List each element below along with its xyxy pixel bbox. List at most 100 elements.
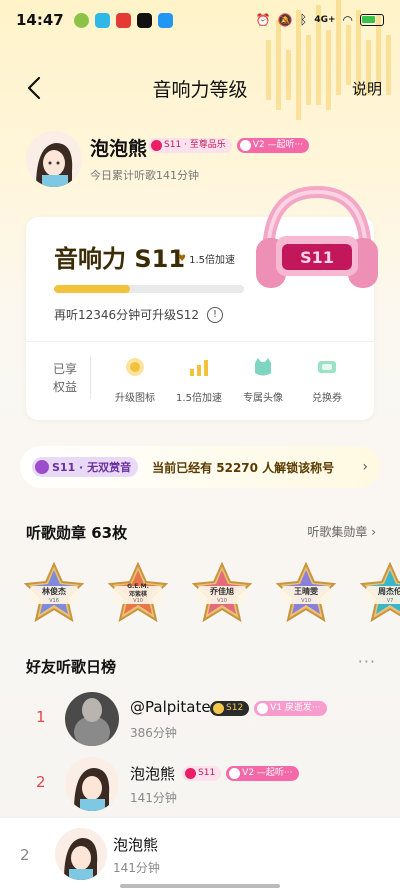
info-icon[interactable]: ! bbox=[207, 306, 224, 323]
perk-upgrade-icon[interactable]: 升级图标 bbox=[102, 355, 168, 404]
medal-item[interactable]: 乔佳旭 V10 bbox=[190, 562, 254, 624]
medal-name: 林俊杰 bbox=[42, 587, 66, 596]
headphone-level-text: S11 bbox=[300, 248, 334, 267]
level-badge[interactable]: S12 bbox=[210, 701, 250, 716]
medal-level: V10 bbox=[301, 598, 311, 604]
vip-badge-label: V2 —起听··· bbox=[242, 768, 293, 778]
title-badge-label: S11 · 无双赏音 bbox=[52, 461, 132, 474]
app-notification-icon bbox=[73, 12, 89, 28]
upgrade-tip: 再听12346分钟可升级S12! bbox=[54, 306, 224, 323]
medal-item[interactable]: 林俊杰 V16 bbox=[22, 562, 86, 624]
medal-level: V10 bbox=[133, 598, 143, 604]
medal-name: 王晴雯 bbox=[294, 587, 318, 596]
user-name: 泡泡熊 bbox=[90, 138, 148, 160]
level-badge[interactable]: S11 bbox=[182, 766, 222, 781]
my-name: 泡泡熊 bbox=[113, 836, 159, 854]
rank-row[interactable]: 1 @Palpitate S12 V1 戾逝发··· 386分钟 bbox=[0, 692, 400, 754]
chevron-right-icon: › bbox=[362, 459, 368, 475]
vip-badge-label: V1 戾逝发··· bbox=[270, 703, 321, 713]
speed-tag: ♥ 1.5倍加速 bbox=[178, 251, 235, 267]
medal-level: V10 bbox=[217, 598, 227, 604]
user-avatar[interactable] bbox=[26, 131, 82, 187]
avatar-cat-icon bbox=[255, 358, 271, 376]
level-title: 音响力 S11 bbox=[54, 245, 186, 273]
friend-avatar[interactable] bbox=[65, 757, 119, 811]
headphones-illustration: S11 bbox=[256, 186, 378, 288]
rank-number: 1 bbox=[36, 708, 46, 726]
friend-avatar[interactable] bbox=[65, 692, 119, 746]
wifi-icon: ◠ bbox=[342, 13, 353, 27]
medal-item[interactable]: G.E.M. 邓紫棋 V10 bbox=[106, 562, 170, 624]
level-progress-fill bbox=[54, 285, 130, 293]
medal-name: G.E.M. 邓紫棋 bbox=[127, 583, 149, 598]
app-notification-icon bbox=[157, 12, 173, 28]
listen-minutes: 141分钟 bbox=[130, 791, 177, 805]
my-rank-bar[interactable]: 2 泡泡熊 141分钟 bbox=[0, 817, 400, 889]
app-notification-icon bbox=[115, 12, 131, 28]
perk-label: 专属头像 bbox=[243, 393, 283, 404]
medals-link-label: 听歌集勋章 bbox=[307, 525, 368, 539]
vip-badge-label: V2 —起听··· bbox=[252, 140, 304, 150]
vip-badge[interactable]: V2 —起听··· bbox=[226, 766, 299, 781]
level-badge-label: S11 bbox=[198, 768, 216, 778]
coupon-icon bbox=[318, 361, 336, 373]
medal-item[interactable]: 王晴雯 V10 bbox=[274, 562, 338, 624]
divider bbox=[26, 341, 374, 342]
my-listen-minutes: 141分钟 bbox=[113, 861, 160, 875]
heart-icon: ♥ bbox=[178, 253, 187, 264]
title-unlock-banner[interactable]: S11 · 无双赏音 当前已经有 52270 人解锁该称号 › bbox=[20, 446, 380, 488]
medal-item[interactable]: 周杰伦 V7 bbox=[358, 562, 400, 624]
vip-badge[interactable]: V1 戾逝发··· bbox=[254, 701, 327, 716]
level-progress-bar bbox=[54, 285, 244, 293]
friend-badges: S12 V1 戾逝发··· bbox=[210, 701, 327, 716]
notification-icons bbox=[73, 12, 173, 28]
friend-name: @Palpitate bbox=[130, 698, 211, 716]
listen-minutes: 386分钟 bbox=[130, 726, 177, 740]
perk-coupon[interactable]: 兑换券 bbox=[294, 355, 360, 404]
medal-name: 乔佳旭 bbox=[210, 587, 234, 596]
speed-label: 1.5倍加速 bbox=[189, 255, 235, 266]
divider bbox=[90, 357, 91, 399]
tiktok-icon bbox=[136, 12, 152, 28]
top-navigation: 音响力等级 说明 bbox=[0, 68, 400, 108]
help-button[interactable]: 说明 bbox=[352, 78, 382, 99]
bluetooth-icon: ᛒ bbox=[299, 12, 308, 28]
medal-name: 周杰伦 bbox=[378, 587, 400, 596]
system-status-icons: ⏰ 🔕 ᛒ 4G+ ◠ bbox=[256, 13, 384, 28]
user-badges: S11 · 至尊品乐 V2 —起听··· bbox=[148, 138, 310, 153]
upgrade-tip-text: 再听12346分钟可升级S12 bbox=[54, 308, 200, 322]
medal-level: V16 bbox=[49, 598, 59, 604]
perk-label: 兑换券 bbox=[312, 393, 342, 404]
friend-badges: S11 V2 —起听··· bbox=[182, 766, 299, 781]
friend-name: 泡泡熊 bbox=[130, 765, 176, 783]
listen-time-today: 今日累计听歌141分钟 bbox=[90, 169, 199, 182]
rank-row[interactable]: 2 泡泡熊 S11 V2 —起听··· 141分钟 bbox=[0, 757, 400, 819]
level-badge[interactable]: S11 · 至尊品乐 bbox=[148, 138, 232, 153]
more-options-button[interactable]: ··· bbox=[358, 652, 376, 671]
badge-icon bbox=[126, 358, 144, 376]
level-badge-label: S11 · 至尊品乐 bbox=[164, 140, 226, 150]
app-notification-icon bbox=[94, 12, 110, 28]
medals-collection-link[interactable]: 听歌集勋章 › bbox=[307, 523, 376, 540]
level-badge-label: S12 bbox=[226, 703, 244, 713]
perk-label: 升级图标 bbox=[115, 393, 155, 404]
network-label: 4G+ bbox=[314, 15, 336, 25]
friends-rank-title: 好友听歌日榜 bbox=[26, 658, 117, 676]
speed-chart-icon bbox=[190, 360, 208, 376]
perk-avatar[interactable]: 专属头像 bbox=[230, 355, 296, 404]
home-indicator[interactable] bbox=[120, 884, 280, 888]
vip-badge[interactable]: V2 —起听··· bbox=[236, 138, 310, 153]
medals-list: 林俊杰 V16 G.E.M. 邓紫棋 V10 乔佳旭 V10 王晴雯 V10 周杰伦 V7 bbox=[22, 562, 400, 628]
perks-label: 已享权益 bbox=[53, 362, 78, 394]
medals-title: 听歌勋章 63枚 bbox=[26, 524, 128, 542]
alarm-icon: ⏰ bbox=[255, 13, 271, 27]
my-rank-number: 2 bbox=[20, 846, 30, 864]
battery-icon bbox=[360, 14, 384, 26]
title-badge: S11 · 无双赏音 bbox=[32, 457, 139, 477]
perk-label: 1.5倍加速 bbox=[176, 393, 222, 404]
status-time: 14:47 bbox=[16, 11, 64, 29]
perk-speed[interactable]: 1.5倍加速 bbox=[166, 355, 232, 404]
back-arrow-icon[interactable] bbox=[22, 74, 50, 102]
rank-number: 2 bbox=[36, 773, 46, 791]
my-avatar[interactable] bbox=[55, 828, 107, 880]
